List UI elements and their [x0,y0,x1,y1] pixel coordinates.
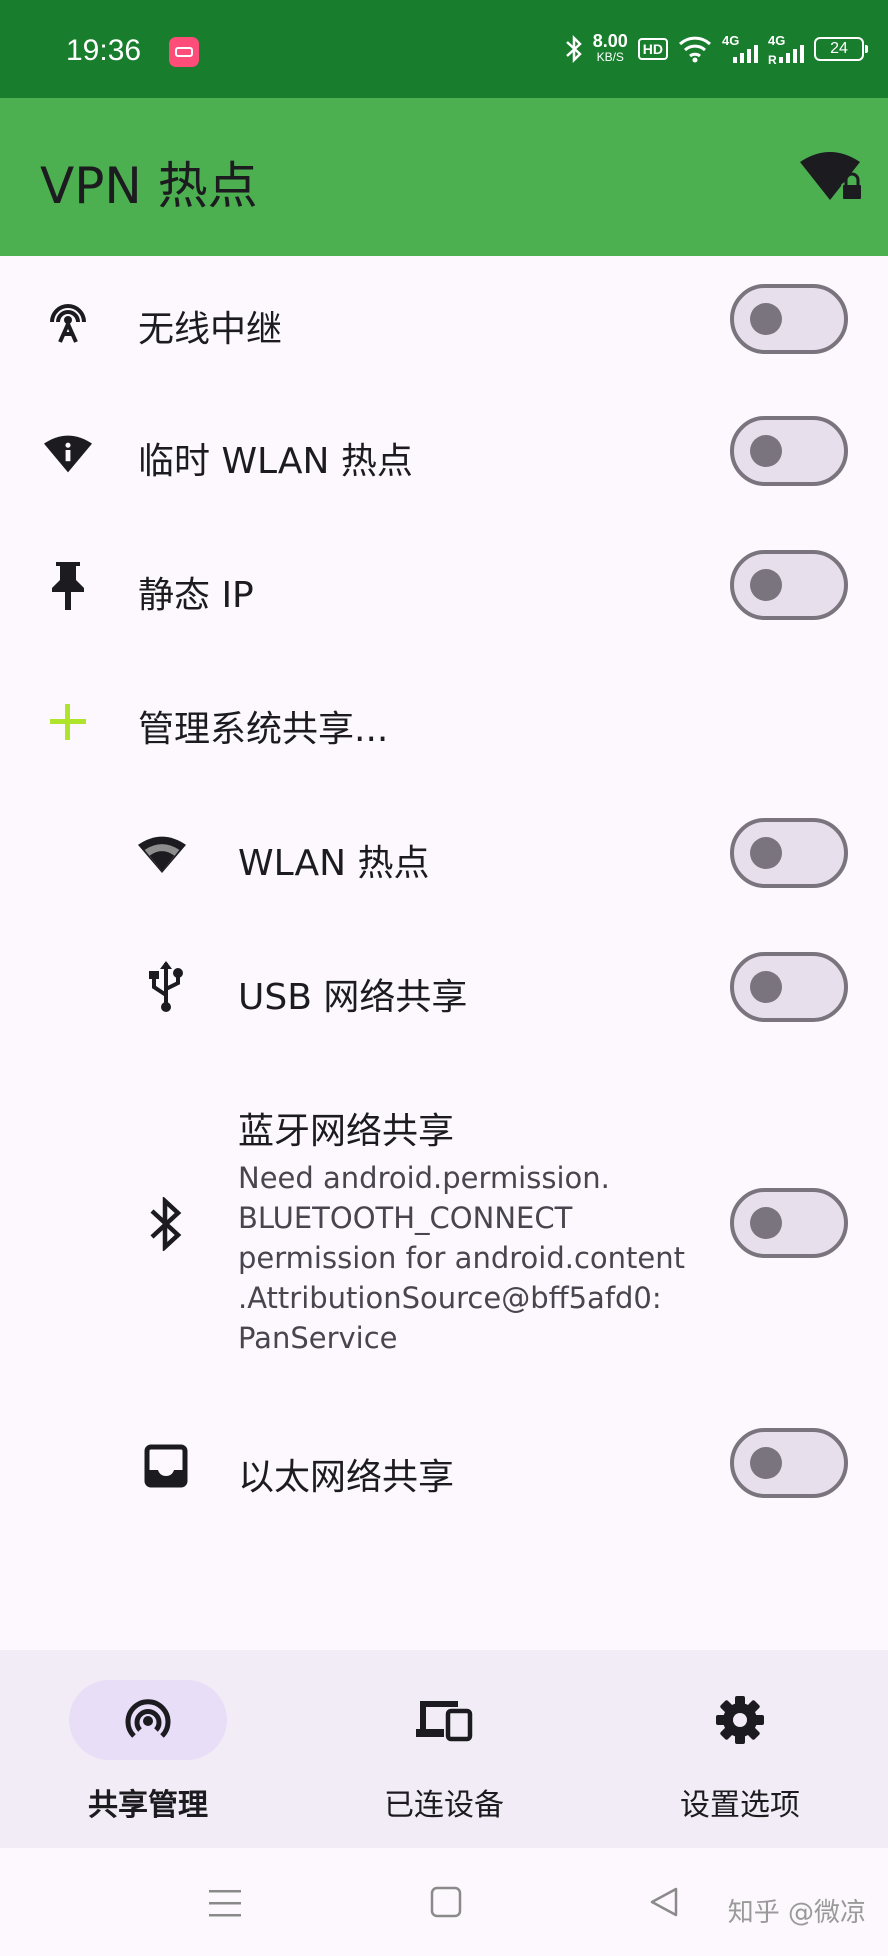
usb-tethering-switch[interactable] [730,952,848,1022]
menu-icon[interactable] [208,1888,242,1918]
row-ethernet-tethering[interactable]: 以太网络共享 [0,1402,888,1536]
row-temp-wlan-hotspot[interactable]: 临时 WLAN 热点 [0,388,888,522]
hotspot-icon [125,1699,171,1738]
bottom-navigation: 共享管理 已连设备 设置选项 [0,1650,888,1848]
row-label: 无线中继 [138,309,283,350]
gear-icon [716,1696,764,1744]
row-label: 静态 IP [138,575,254,616]
error-line: Need android.permission. [238,1161,610,1195]
row-label: 临时 WLAN 热点 [138,441,413,482]
nav-label: 已连设备 [384,1788,504,1823]
row-label: USB 网络共享 [238,977,468,1018]
network-speed: 8.00 KB/S [592,31,628,64]
bluetooth-error-message: Need android.permission. BLUETOOTH_CONNE… [238,1158,685,1358]
nav-tab-settings[interactable]: 设置选项 [592,1650,888,1848]
nav-active-indicator [69,1680,227,1760]
error-line: permission for android.content [238,1241,685,1275]
watermark: 知乎 @微凉 [727,1898,866,1928]
error-line: BLUETOOTH_CONNECT [238,1201,573,1235]
row-wlan-hotspot[interactable]: WLAN 热点 [0,788,888,922]
hd-badge: HD [637,38,668,60]
nav-label: 设置选项 [680,1788,800,1823]
row-usb-tethering[interactable]: USB 网络共享 [0,922,888,1056]
home-icon[interactable] [430,1886,462,1918]
push-pin-icon [44,562,92,610]
switch-knob [750,1447,782,1479]
ethernet-tethering-switch[interactable] [730,1428,848,1498]
status-icons: 8.00 KB/S HD 4G 4G R 24 [565,26,868,72]
switch-knob [750,1207,782,1239]
nav-tab-connected-devices[interactable]: 已连设备 [296,1650,592,1848]
switch-knob [750,435,782,467]
nav-tab-sharing[interactable]: 共享管理 [0,1650,296,1848]
wifi-status-icon [678,36,712,63]
row-bluetooth-tethering[interactable]: 蓝牙网络共享 Need android.permission. BLUETOOT… [0,1056,888,1402]
wireless-repeater-switch[interactable] [730,284,848,354]
bluetooth-status-icon [565,34,582,64]
wlan-hotspot-switch[interactable] [730,818,848,888]
sim2-signal: 4G R [768,33,804,67]
row-static-ip[interactable]: 静态 IP [0,522,888,654]
sim1-signal: 4G [722,33,758,65]
wifi-tethering-icon [44,298,92,346]
battery-indicator: 24 [814,37,868,61]
wifi-info-icon [44,430,92,478]
system-navigation-bar: 知乎 @微凉 [0,1848,888,1956]
status-bar: 19:36 8.00 KB/S HD 4G 4G R 24 [0,0,888,98]
app-bar: VPN 热点 [0,98,888,256]
back-icon[interactable] [648,1886,680,1918]
notification-app-icon [169,37,199,67]
ethernet-tray-icon [142,1442,190,1490]
row-manage-system-sharing[interactable]: 管理系统共享... [0,654,888,788]
devices-icon [416,1701,473,1742]
nav-label: 共享管理 [88,1788,208,1823]
row-label: 以太网络共享 [238,1457,455,1498]
usb-icon [142,961,190,1012]
switch-knob [750,569,782,601]
wifi-icon [138,830,186,878]
app-title: VPN 热点 [40,157,258,215]
wifi-lock-icon[interactable] [800,148,864,204]
switch-knob [750,971,782,1003]
status-time: 19:36 [66,34,142,67]
add-icon [44,698,92,746]
row-label: WLAN 热点 [238,843,430,884]
row-wireless-repeater[interactable]: 无线中继 [0,256,888,388]
row-label: 蓝牙网络共享 [238,1111,455,1152]
bluetooth-tethering-switch[interactable] [730,1188,848,1258]
bluetooth-icon [142,1197,190,1251]
error-line: PanService [238,1321,398,1355]
static-ip-switch[interactable] [730,550,848,620]
temp-wlan-hotspot-switch[interactable] [730,416,848,486]
switch-knob [750,303,782,335]
switch-knob [750,837,782,869]
row-label: 管理系统共享... [138,709,389,750]
error-line: .AttributionSource@bff5afd0: [238,1281,662,1315]
